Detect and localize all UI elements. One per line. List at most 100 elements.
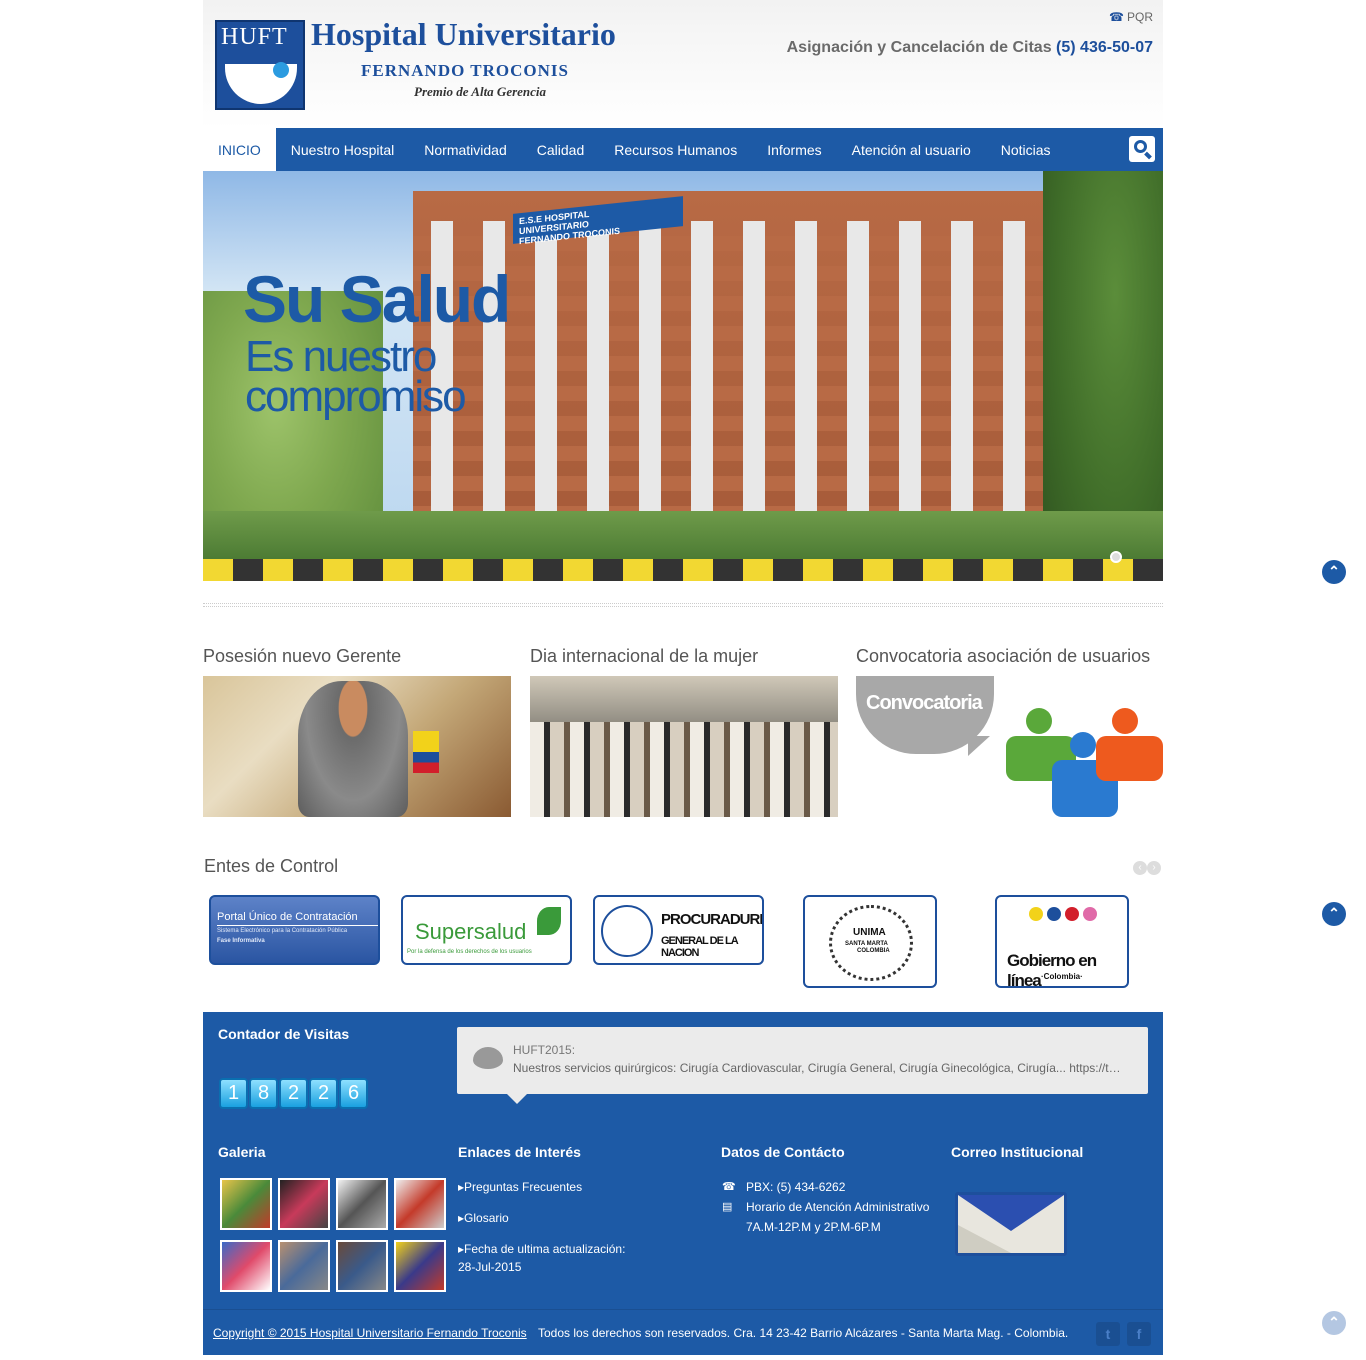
figure-head-green: [1026, 708, 1052, 734]
link-faq[interactable]: ▸Preguntas Frecuentes: [458, 1180, 582, 1194]
envelope-flap-upper: [958, 1195, 1064, 1231]
nav-item-noticias[interactable]: Noticias: [986, 128, 1066, 171]
nav-item-atencion-usuario[interactable]: Atención al usuario: [837, 128, 986, 171]
supersalud-leaf-icon: [537, 907, 561, 935]
figure-red: [1065, 907, 1079, 921]
scroll-top-icon[interactable]: ⌃: [1322, 560, 1346, 584]
logo-procuraduria[interactable]: PROCURADURIA GENERAL DE LA NACION: [593, 895, 764, 965]
brand-subtitle: FERNANDO TROCONIS: [361, 61, 569, 80]
building-windows: [413, 221, 1103, 521]
speech-bubble-tail: [968, 736, 990, 756]
logo-supersalud[interactable]: Supersalud Por la defensa de los derecho…: [401, 895, 572, 965]
logo-unima[interactable]: UNIMA SANTA MARTA COLOMBIA: [803, 895, 937, 988]
logo-line-1: Supersalud: [415, 919, 527, 944]
facebook-icon[interactable]: f: [1127, 1322, 1151, 1346]
nav-item-recursos-humanos[interactable]: Recursos Humanos: [599, 128, 752, 171]
gallery-thumb[interactable]: [278, 1178, 330, 1230]
nav-item-calidad[interactable]: Calidad: [522, 128, 599, 171]
gallery-thumb[interactable]: [336, 1178, 388, 1230]
logo-line-2: SANTA MARTA: [845, 941, 888, 947]
logo-line-2: Por la defensa de los derechos de los us…: [407, 949, 532, 955]
brand-title: Hospital Universitario: [311, 16, 616, 52]
nav-item-inicio[interactable]: INICIO: [203, 128, 276, 171]
site-header: HUFT Hospital Universitario FERNANDO TRO…: [203, 0, 1163, 128]
visits-title: Contador de Visitas: [218, 1026, 350, 1042]
main-nav: INICIO Nuestro Hospital Normatividad Cal…: [203, 128, 1163, 171]
chevron-right-icon[interactable]: ›: [1147, 861, 1161, 875]
figure-head-blue: [1070, 732, 1096, 758]
counter-digit: 2: [279, 1078, 308, 1109]
scroll-top-icon[interactable]: ⌃: [1322, 902, 1346, 926]
last-update-date: 28-Jul-2015: [458, 1260, 522, 1274]
calendar-icon: ▤: [722, 1201, 733, 1213]
search-icon-handle: [1144, 151, 1152, 160]
nav-item-normatividad[interactable]: Normatividad: [409, 128, 521, 171]
scroll-top-icon[interactable]: ⌃: [1322, 1311, 1346, 1335]
twitter-icon[interactable]: t: [1096, 1322, 1120, 1346]
figure-yellow: [1029, 907, 1043, 921]
gallery-thumb[interactable]: [220, 1178, 272, 1230]
pqr-link[interactable]: ☎ PQR: [1109, 10, 1153, 24]
counter-digit: 2: [309, 1078, 338, 1109]
gallery-thumb[interactable]: [394, 1240, 446, 1292]
logo-text: HUFT: [221, 24, 288, 50]
mail-envelope-icon[interactable]: [955, 1192, 1067, 1256]
hedge: [203, 511, 1163, 561]
nav-item-nuestro-hospital[interactable]: Nuestro Hospital: [276, 128, 410, 171]
contact-hours-label: Horario de Atención Administrativo: [746, 1200, 930, 1214]
chevron-left-icon[interactable]: ‹: [1133, 861, 1147, 875]
hero-slider: E.S.E HOSPITAL UNIVERSITARIO FERNANDO TR…: [203, 171, 1163, 581]
news-card[interactable]: Posesión nuevo Gerente: [203, 646, 511, 817]
figure-body-orange: [1096, 736, 1163, 781]
news-image[interactable]: Convocatoria: [856, 676, 1163, 817]
copyright-link[interactable]: Copyright © 2015 Hospital Universitario …: [213, 1326, 527, 1340]
news-title[interactable]: Dia internacional de la mujer: [530, 646, 838, 667]
hero-tagline-1: Es nuestro: [245, 332, 437, 381]
link-glossary[interactable]: ▸Glosario: [458, 1211, 509, 1225]
tweet-user[interactable]: HUFT2015:: [513, 1043, 575, 1057]
news-card[interactable]: Convocatoria asociación de usuarios Conv…: [856, 646, 1163, 817]
news-card[interactable]: Dia internacional de la mujer: [530, 646, 838, 817]
hero-tagline-2: compromiso: [245, 372, 467, 421]
search-button[interactable]: [1129, 136, 1155, 162]
news-title[interactable]: Posesión nuevo Gerente: [203, 646, 511, 667]
phone-icon: ☎: [722, 1181, 736, 1193]
appointments-phone: (5) 436-50-07: [1056, 39, 1153, 56]
last-update-label: ▸Fecha de ultima actualización:: [458, 1242, 626, 1256]
twitter-bird-icon: [473, 1047, 503, 1069]
hospital-building: [413, 191, 1103, 551]
procuraduria-emblem-icon: [601, 905, 653, 957]
logo-line-3: Fase Informativa: [217, 938, 265, 944]
tweet-pointer: [507, 1094, 527, 1104]
logo-dot: [273, 62, 289, 78]
logo-line-1: Portal Único de Contratación: [217, 911, 358, 923]
nav-item-informes[interactable]: Informes: [752, 128, 836, 171]
logo-portal-contratacion[interactable]: Portal Único de Contratación Sistema Ele…: [209, 895, 380, 965]
tweet-text[interactable]: Nuestros servicios quirúrgicos: Cirugía …: [513, 1061, 1133, 1075]
search-icon: [1134, 140, 1147, 153]
appointments-label: Asignación y Cancelación de Citas: [786, 39, 1052, 56]
gallery-thumb[interactable]: [278, 1240, 330, 1292]
figure-blue: [1047, 907, 1061, 921]
gallery-thumb[interactable]: [220, 1240, 272, 1292]
hospital-logo[interactable]: HUFT: [215, 20, 305, 110]
colombia-flag: [413, 731, 439, 773]
bubble-text: Convocatoria: [866, 692, 983, 714]
gallery-title: Galeria: [218, 1144, 266, 1160]
news-title[interactable]: Convocatoria asociación de usuarios: [856, 646, 1163, 667]
logo-line-2: GENERAL DE LA NACION: [661, 935, 738, 959]
links-title: Enlaces de Interés: [458, 1144, 581, 1160]
copyright-bar: Copyright © 2015 Hospital Universitario …: [203, 1309, 1163, 1355]
logo-line-1: UNIMA: [853, 927, 886, 938]
gallery-thumb[interactable]: [336, 1240, 388, 1292]
logo-gobierno-en-linea[interactable]: Gobierno en línea ·Colombia·: [995, 895, 1129, 988]
slider-dot[interactable]: [1110, 551, 1122, 563]
twitter-feed[interactable]: HUFT2015: Nuestros servicios quirúrgicos…: [457, 1027, 1148, 1104]
news-image[interactable]: [203, 676, 511, 817]
figure-head-orange: [1112, 708, 1138, 734]
figure-pink: [1083, 907, 1097, 921]
gallery-thumb[interactable]: [394, 1178, 446, 1230]
news-image[interactable]: [530, 676, 838, 817]
logo-rule: [217, 925, 378, 926]
hero-headline: Su Salud: [243, 262, 511, 336]
